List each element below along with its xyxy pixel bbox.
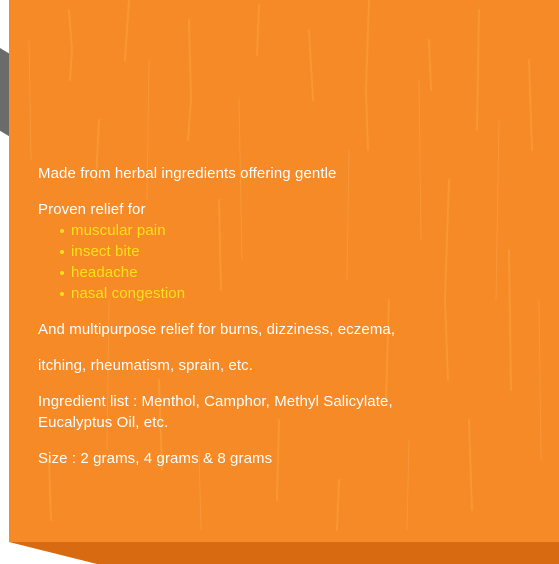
bullet-icon — [60, 270, 64, 275]
multipurpose-text-line-1: And multipurpose relief for burns, dizzi… — [38, 321, 396, 338]
multipurpose-text-line-2: itching, rheumatism, sprain, etc. — [38, 357, 254, 374]
ingredient-list-line-2: Eucalyptus Oil, etc. — [38, 414, 169, 431]
list-item: nasal congestion — [60, 283, 538, 304]
bullet-icon — [60, 249, 64, 254]
bullet-icon — [60, 291, 64, 296]
list-item: insect bite — [60, 241, 538, 262]
relief-list: muscular pain insect bite headache nasal… — [38, 220, 538, 304]
ingredient-list: Ingredient list : Menthol, Camphor, Meth… — [38, 391, 538, 433]
list-item: headache — [60, 262, 538, 283]
list-item-label: headache — [71, 264, 138, 281]
relief-heading: Proven relief for — [38, 201, 146, 218]
list-item: muscular pain — [60, 220, 538, 241]
list-item-label: nasal congestion — [71, 285, 186, 302]
intro-text: Made from herbal ingredients offering ge… — [38, 165, 337, 182]
product-description: Made from herbal ingredients offering ge… — [38, 163, 538, 484]
size-text: Size : 2 grams, 4 grams & 8 grams — [38, 450, 273, 467]
bottom-accent-band — [9, 542, 559, 564]
list-item-label: insect bite — [71, 243, 140, 260]
bullet-icon — [60, 228, 64, 233]
ingredient-list-line-1: Ingredient list : Menthol, Camphor, Meth… — [38, 393, 393, 410]
list-item-label: muscular pain — [71, 222, 166, 239]
